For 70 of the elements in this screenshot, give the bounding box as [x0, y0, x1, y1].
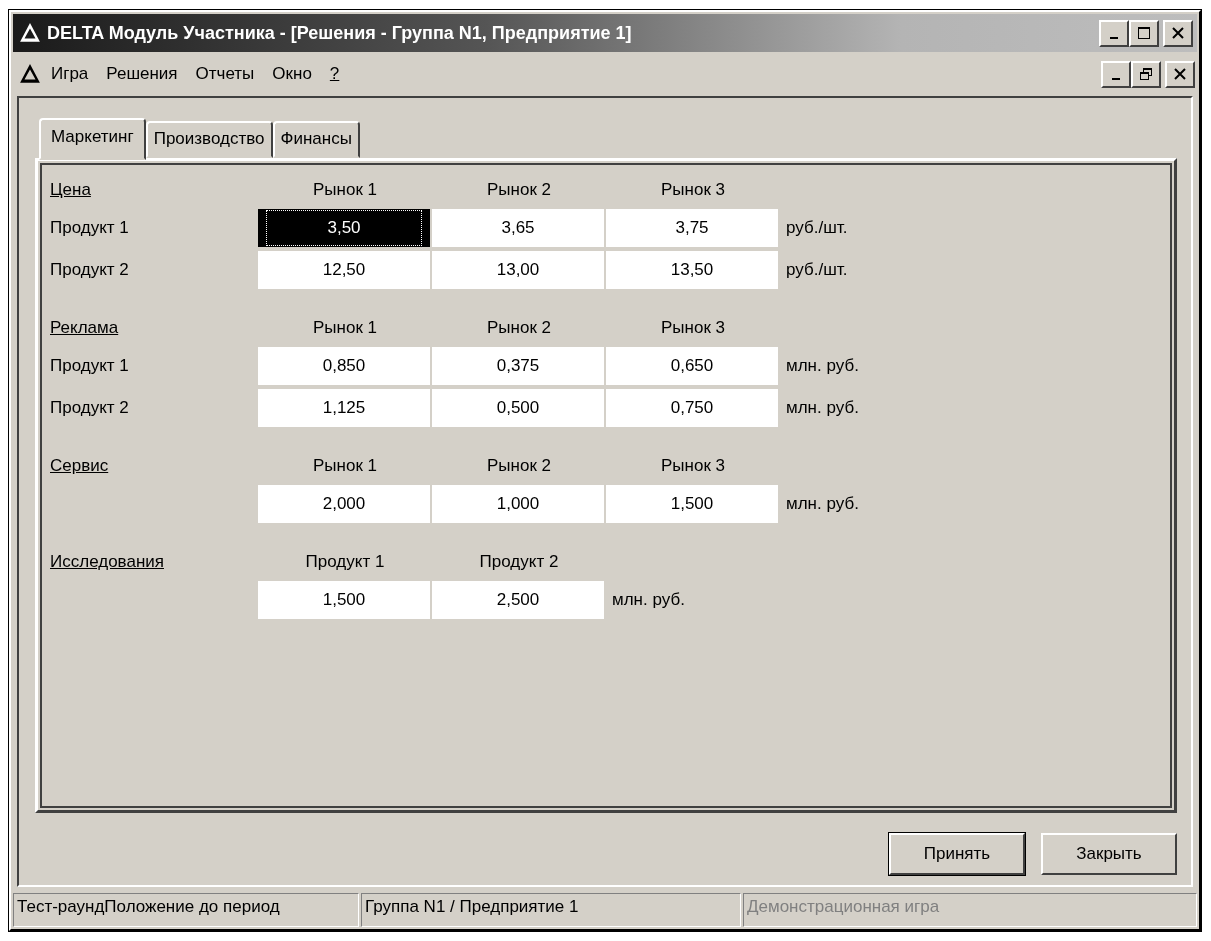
dialog-button[interactable]: Закрыть	[1041, 833, 1177, 875]
column-header: Рынок 3	[660, 318, 726, 338]
status-panel: Тест-раундПоложение до период	[13, 893, 359, 927]
row-label: Продукт 2	[50, 260, 129, 279]
input-field[interactable]: 3,65	[432, 209, 604, 247]
input-field[interactable]: 2,000	[258, 485, 430, 523]
maximize-button[interactable]	[1129, 19, 1159, 47]
column-header: Рынок 2	[486, 318, 552, 338]
column-header: Продукт 2	[478, 552, 560, 572]
close-icon	[1174, 68, 1186, 80]
column-header: Рынок 1	[312, 456, 378, 476]
input-field[interactable]: 0,850	[258, 347, 430, 385]
window-title: DELTA Модуль Участника - [Решения - Группа N1, Предприятие 1]	[47, 22, 632, 44]
column-header: Продукт 1	[304, 552, 386, 572]
maximize-icon	[1138, 27, 1150, 39]
input-field[interactable]: 3,75	[606, 209, 778, 247]
menu-item[interactable]: Решения	[106, 64, 178, 84]
column-header: Рынок 1	[312, 180, 378, 200]
tab[interactable]: Производство	[145, 121, 273, 158]
dialog-button[interactable]: Принять	[889, 833, 1025, 875]
unit-label: млн. руб.	[786, 398, 859, 418]
row-label: Продукт 2	[50, 398, 129, 417]
tab[interactable]: Финансы	[272, 121, 360, 158]
delta-logo-icon[interactable]	[19, 63, 41, 85]
row-label: Продукт 1	[50, 356, 129, 375]
input-field[interactable]: 13,50	[606, 251, 778, 289]
column-header: Рынок 2	[486, 456, 552, 476]
input-field[interactable]: 0,750	[606, 389, 778, 427]
unit-label: млн. руб.	[786, 356, 859, 376]
minimize-button[interactable]	[1101, 60, 1131, 88]
column-header: Рынок 3	[660, 180, 726, 200]
column-header: Рынок 2	[486, 180, 552, 200]
status-panel: Демонстрационная игра	[743, 893, 1197, 927]
section-title: Цена	[50, 180, 92, 200]
input-field[interactable]: 1,000	[432, 485, 604, 523]
unit-label: млн. руб.	[786, 494, 859, 514]
status-panel: Группа N1 / Предприятие 1	[361, 893, 741, 927]
close-button[interactable]	[1163, 19, 1193, 47]
input-field[interactable]: 0,500	[432, 389, 604, 427]
minimize-button[interactable]	[1099, 19, 1129, 47]
input-field[interactable]: 2,500	[432, 581, 604, 619]
minimize-icon	[1110, 37, 1118, 39]
restore-icon	[1140, 68, 1152, 80]
section-title: Реклама	[50, 318, 120, 338]
input-field[interactable]: 1,500	[258, 581, 430, 619]
section-title: Сервис	[50, 456, 110, 476]
tab[interactable]: Маркетинг	[39, 118, 146, 160]
menu-item[interactable]: Игра	[51, 64, 89, 84]
input-field[interactable]: 3,50	[258, 209, 430, 247]
section-title: Исследования	[50, 552, 165, 572]
unit-label: руб./шт.	[786, 218, 848, 238]
column-header: Рынок 3	[660, 456, 726, 476]
row-label: Продукт 1	[50, 218, 129, 237]
input-field[interactable]: 1,125	[258, 389, 430, 427]
close-button[interactable]	[1165, 60, 1195, 88]
close-icon	[1172, 27, 1184, 39]
column-header: Рынок 1	[312, 318, 378, 338]
minimize-icon	[1112, 78, 1120, 80]
delta-logo-icon	[19, 22, 41, 44]
input-field[interactable]: 1,500	[606, 485, 778, 523]
menu-item[interactable]: Отчеты	[195, 64, 255, 84]
restore-button[interactable]	[1131, 60, 1161, 88]
input-field[interactable]: 13,00	[432, 251, 604, 289]
unit-label: млн. руб.	[612, 590, 685, 610]
unit-label: руб./шт.	[786, 260, 848, 280]
input-field[interactable]: 0,650	[606, 347, 778, 385]
menu-item[interactable]: ?	[329, 64, 340, 84]
menu-item[interactable]: Окно	[272, 64, 312, 84]
input-field[interactable]: 12,50	[258, 251, 430, 289]
input-field[interactable]: 0,375	[432, 347, 604, 385]
